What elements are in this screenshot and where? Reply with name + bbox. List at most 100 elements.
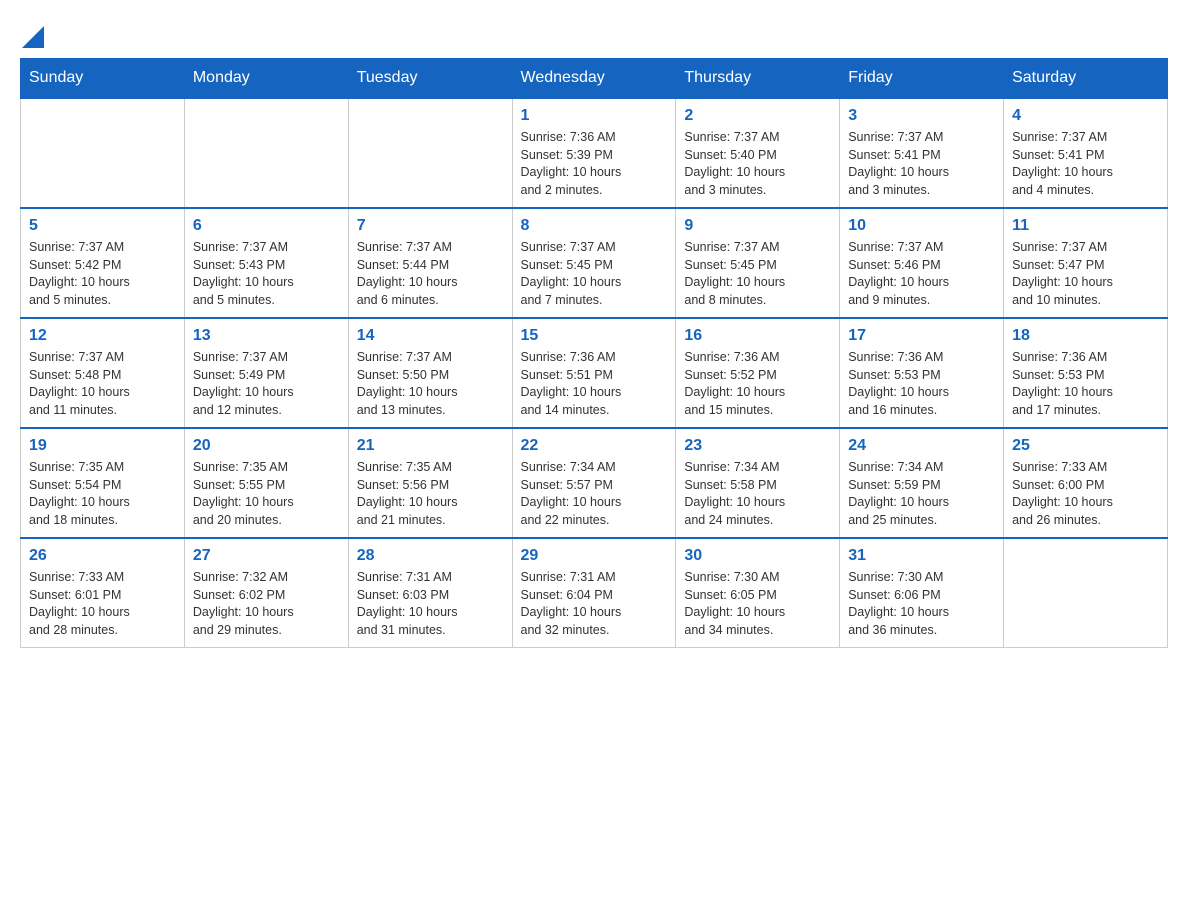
day-info: Sunrise: 7:36 AM Sunset: 5:53 PM Dayligh… xyxy=(1012,349,1159,419)
day-info: Sunrise: 7:36 AM Sunset: 5:51 PM Dayligh… xyxy=(521,349,668,419)
day-number: 8 xyxy=(521,217,668,235)
day-info: Sunrise: 7:37 AM Sunset: 5:42 PM Dayligh… xyxy=(29,239,176,309)
calendar-table: SundayMondayTuesdayWednesdayThursdayFrid… xyxy=(20,58,1168,648)
day-number: 30 xyxy=(684,547,831,565)
day-info: Sunrise: 7:36 AM Sunset: 5:39 PM Dayligh… xyxy=(521,129,668,199)
day-info: Sunrise: 7:37 AM Sunset: 5:40 PM Dayligh… xyxy=(684,129,831,199)
calendar-cell: 21 Sunrise: 7:35 AM Sunset: 5:56 PM Dayli… xyxy=(348,428,512,538)
calendar-header-sunday: Sunday xyxy=(21,59,185,99)
calendar-cell: 18 Sunrise: 7:36 AM Sunset: 5:53 PM Dayli… xyxy=(1004,318,1168,428)
calendar-cell: 19 Sunrise: 7:35 AM Sunset: 5:54 PM Dayli… xyxy=(21,428,185,538)
calendar-cell: 22 Sunrise: 7:34 AM Sunset: 5:57 PM Dayli… xyxy=(512,428,676,538)
calendar-cell: 14Sunrise: 7:37 AM Sunset: 5:50 PM Dayli… xyxy=(348,318,512,428)
calendar-cell: 3 Sunrise: 7:37 AM Sunset: 5:41 PM Daylig… xyxy=(840,98,1004,208)
calendar-cell: 31 Sunrise: 7:30 AM Sunset: 6:06 PM Dayli… xyxy=(840,538,1004,648)
day-info: Sunrise: 7:37 AM Sunset: 5:49 PM Dayligh… xyxy=(193,349,340,419)
calendar-cell: 8 Sunrise: 7:37 AM Sunset: 5:45 PM Daylig… xyxy=(512,208,676,318)
calendar-header-thursday: Thursday xyxy=(676,59,840,99)
calendar-cell: 9Sunrise: 7:37 AM Sunset: 5:45 PM Daylig… xyxy=(676,208,840,318)
day-info: Sunrise: 7:31 AM Sunset: 6:04 PM Dayligh… xyxy=(521,569,668,639)
calendar-cell: 1 Sunrise: 7:36 AM Sunset: 5:39 PM Daylig… xyxy=(512,98,676,208)
day-info: Sunrise: 7:37 AM Sunset: 5:41 PM Dayligh… xyxy=(1012,129,1159,199)
calendar-cell: 2 Sunrise: 7:37 AM Sunset: 5:40 PM Daylig… xyxy=(676,98,840,208)
calendar-cell: 10 Sunrise: 7:37 AM Sunset: 5:46 PM Dayli… xyxy=(840,208,1004,318)
day-info: Sunrise: 7:33 AM Sunset: 6:00 PM Dayligh… xyxy=(1012,459,1159,529)
day-number: 31 xyxy=(848,547,995,565)
day-info: Sunrise: 7:34 AM Sunset: 5:58 PM Dayligh… xyxy=(684,459,831,529)
day-number: 3 xyxy=(848,107,995,125)
day-number: 9 xyxy=(684,217,831,235)
day-number: 28 xyxy=(357,547,504,565)
calendar-cell: 26 Sunrise: 7:33 AM Sunset: 6:01 PM Dayli… xyxy=(21,538,185,648)
calendar-cell: 11 Sunrise: 7:37 AM Sunset: 5:47 PM Dayli… xyxy=(1004,208,1168,318)
day-number: 1 xyxy=(521,107,668,125)
calendar-cell xyxy=(184,98,348,208)
calendar-cell: 4Sunrise: 7:37 AM Sunset: 5:41 PM Daylig… xyxy=(1004,98,1168,208)
day-info: Sunrise: 7:35 AM Sunset: 5:55 PM Dayligh… xyxy=(193,459,340,529)
calendar-cell: 13 Sunrise: 7:37 AM Sunset: 5:49 PM Dayli… xyxy=(184,318,348,428)
calendar-cell xyxy=(1004,538,1168,648)
day-number: 12 xyxy=(29,327,176,345)
day-info: Sunrise: 7:31 AM Sunset: 6:03 PM Dayligh… xyxy=(357,569,504,639)
day-info: Sunrise: 7:35 AM Sunset: 5:56 PM Dayligh… xyxy=(357,459,504,529)
day-info: Sunrise: 7:32 AM Sunset: 6:02 PM Dayligh… xyxy=(193,569,340,639)
day-number: 2 xyxy=(684,107,831,125)
day-number: 14 xyxy=(357,327,504,345)
day-number: 16 xyxy=(684,327,831,345)
day-number: 29 xyxy=(521,547,668,565)
calendar-cell: 17 Sunrise: 7:36 AM Sunset: 5:53 PM Dayli… xyxy=(840,318,1004,428)
day-number: 18 xyxy=(1012,327,1159,345)
calendar-cell: 15 Sunrise: 7:36 AM Sunset: 5:51 PM Dayli… xyxy=(512,318,676,428)
week-row-5: 26 Sunrise: 7:33 AM Sunset: 6:01 PM Dayli… xyxy=(21,538,1168,648)
calendar-cell: 24Sunrise: 7:34 AM Sunset: 5:59 PM Dayli… xyxy=(840,428,1004,538)
calendar-header-wednesday: Wednesday xyxy=(512,59,676,99)
day-info: Sunrise: 7:37 AM Sunset: 5:41 PM Dayligh… xyxy=(848,129,995,199)
day-number: 23 xyxy=(684,437,831,455)
day-number: 27 xyxy=(193,547,340,565)
calendar-cell: 23 Sunrise: 7:34 AM Sunset: 5:58 PM Dayli… xyxy=(676,428,840,538)
day-number: 25 xyxy=(1012,437,1159,455)
calendar-cell: 28 Sunrise: 7:31 AM Sunset: 6:03 PM Dayli… xyxy=(348,538,512,648)
calendar-cell: 7Sunrise: 7:37 AM Sunset: 5:44 PM Daylig… xyxy=(348,208,512,318)
day-number: 21 xyxy=(357,437,504,455)
day-number: 20 xyxy=(193,437,340,455)
day-info: Sunrise: 7:37 AM Sunset: 5:46 PM Dayligh… xyxy=(848,239,995,309)
calendar-cell: 5Sunrise: 7:37 AM Sunset: 5:42 PM Daylig… xyxy=(21,208,185,318)
day-number: 10 xyxy=(848,217,995,235)
day-info: Sunrise: 7:37 AM Sunset: 5:45 PM Dayligh… xyxy=(521,239,668,309)
logo xyxy=(20,30,44,48)
calendar-header-monday: Monday xyxy=(184,59,348,99)
day-info: Sunrise: 7:37 AM Sunset: 5:48 PM Dayligh… xyxy=(29,349,176,419)
day-info: Sunrise: 7:34 AM Sunset: 5:59 PM Dayligh… xyxy=(848,459,995,529)
day-number: 15 xyxy=(521,327,668,345)
day-number: 26 xyxy=(29,547,176,565)
calendar-cell: 12 Sunrise: 7:37 AM Sunset: 5:48 PM Dayli… xyxy=(21,318,185,428)
day-info: Sunrise: 7:30 AM Sunset: 6:06 PM Dayligh… xyxy=(848,569,995,639)
day-info: Sunrise: 7:33 AM Sunset: 6:01 PM Dayligh… xyxy=(29,569,176,639)
day-info: Sunrise: 7:37 AM Sunset: 5:43 PM Dayligh… xyxy=(193,239,340,309)
day-info: Sunrise: 7:30 AM Sunset: 6:05 PM Dayligh… xyxy=(684,569,831,639)
calendar-cell: 25 Sunrise: 7:33 AM Sunset: 6:00 PM Dayli… xyxy=(1004,428,1168,538)
day-number: 13 xyxy=(193,327,340,345)
calendar-header-row: SundayMondayTuesdayWednesdayThursdayFrid… xyxy=(21,59,1168,99)
logo-triangle-icon xyxy=(22,26,44,48)
day-number: 11 xyxy=(1012,217,1159,235)
week-row-3: 12 Sunrise: 7:37 AM Sunset: 5:48 PM Dayli… xyxy=(21,318,1168,428)
day-info: Sunrise: 7:34 AM Sunset: 5:57 PM Dayligh… xyxy=(521,459,668,529)
day-info: Sunrise: 7:36 AM Sunset: 5:53 PM Dayligh… xyxy=(848,349,995,419)
calendar-cell xyxy=(21,98,185,208)
calendar-cell: 27 Sunrise: 7:32 AM Sunset: 6:02 PM Dayli… xyxy=(184,538,348,648)
day-number: 22 xyxy=(521,437,668,455)
calendar-cell: 30 Sunrise: 7:30 AM Sunset: 6:05 PM Dayli… xyxy=(676,538,840,648)
day-number: 17 xyxy=(848,327,995,345)
day-info: Sunrise: 7:37 AM Sunset: 5:47 PM Dayligh… xyxy=(1012,239,1159,309)
day-number: 19 xyxy=(29,437,176,455)
calendar-cell: 16Sunrise: 7:36 AM Sunset: 5:52 PM Dayli… xyxy=(676,318,840,428)
day-info: Sunrise: 7:35 AM Sunset: 5:54 PM Dayligh… xyxy=(29,459,176,529)
calendar-header-tuesday: Tuesday xyxy=(348,59,512,99)
calendar-header-saturday: Saturday xyxy=(1004,59,1168,99)
page-header xyxy=(20,20,1168,48)
calendar-header-friday: Friday xyxy=(840,59,1004,99)
calendar-cell: 20 Sunrise: 7:35 AM Sunset: 5:55 PM Dayli… xyxy=(184,428,348,538)
week-row-4: 19 Sunrise: 7:35 AM Sunset: 5:54 PM Dayli… xyxy=(21,428,1168,538)
